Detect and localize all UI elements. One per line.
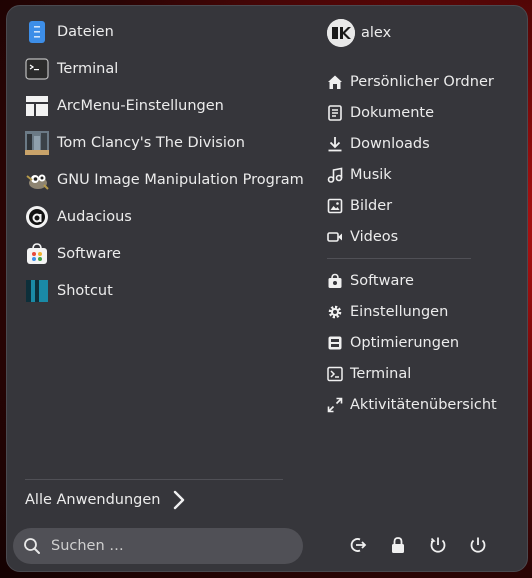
home-icon <box>327 74 343 90</box>
restart-icon <box>429 536 447 558</box>
power-off-button[interactable] <box>467 536 489 558</box>
music-icon <box>327 167 343 183</box>
app-gimp[interactable]: GNU Image Manipulation Program <box>25 165 304 195</box>
system-activities[interactable]: Aktivitätenübersicht <box>327 392 497 418</box>
app-label: GNU Image Manipulation Program <box>57 172 304 188</box>
place-label: Optimierungen <box>350 335 460 351</box>
app-software[interactable]: Software <box>25 239 121 269</box>
app-terminal[interactable]: Terminal <box>25 54 118 84</box>
app-dateien[interactable]: Dateien <box>25 17 114 47</box>
divider <box>327 258 471 259</box>
power-icon <box>469 536 487 558</box>
software-store-icon <box>327 273 343 289</box>
video-icon <box>327 229 343 245</box>
lock-icon <box>389 536 407 558</box>
app-label: ArcMenu-Einstellungen <box>57 98 224 114</box>
logout-button[interactable] <box>347 536 369 558</box>
logout-icon <box>349 536 367 558</box>
app-the-division[interactable]: Tom Clancy's The Division <box>25 128 245 158</box>
arcmenu-panel: Dateien Terminal ArcMenu-Einstellungen T… <box>6 5 528 572</box>
activities-icon <box>327 397 343 413</box>
place-downloads[interactable]: Downloads <box>327 131 430 157</box>
restart-button[interactable] <box>427 536 449 558</box>
place-label: Musik <box>350 167 392 183</box>
system-tweaks[interactable]: Optimierungen <box>327 330 459 356</box>
search-input[interactable] <box>49 537 273 555</box>
place-label: Terminal <box>350 366 412 382</box>
system-settings[interactable]: Einstellungen <box>327 299 448 325</box>
search-box[interactable] <box>13 528 303 564</box>
app-label: Terminal <box>57 61 119 77</box>
software-icon <box>25 242 49 266</box>
user-account[interactable]: alex <box>327 19 391 47</box>
lock-button[interactable] <box>387 536 409 558</box>
place-home[interactable]: Persönlicher Ordner <box>327 69 494 95</box>
divider <box>25 479 283 480</box>
place-label: Persönlicher Ordner <box>350 74 494 90</box>
user-name: alex <box>361 25 392 41</box>
settings-icon <box>327 304 343 320</box>
chevron-right-icon <box>172 490 186 510</box>
gimp-icon <box>25 168 49 192</box>
place-documents[interactable]: Dokumente <box>327 100 434 126</box>
audacious-icon <box>25 205 49 229</box>
shotcut-icon <box>25 279 49 303</box>
place-pictures[interactable]: Bilder <box>327 193 392 219</box>
place-label: Downloads <box>350 136 430 152</box>
app-audacious[interactable]: Audacious <box>25 202 132 232</box>
system-software[interactable]: Software <box>327 268 414 294</box>
place-label: Einstellungen <box>350 304 449 320</box>
all-applications-button[interactable]: Alle Anwendungen <box>25 490 186 510</box>
system-terminal[interactable]: Terminal <box>327 361 411 387</box>
app-label: Software <box>57 246 121 262</box>
app-arcmenu-settings[interactable]: ArcMenu-Einstellungen <box>25 91 224 121</box>
search-icon <box>23 537 41 555</box>
place-label: Bilder <box>350 198 393 214</box>
all-apps-label: Alle Anwendungen <box>25 492 161 508</box>
tweaks-icon <box>327 335 343 351</box>
avatar <box>327 19 355 47</box>
download-icon <box>327 136 343 152</box>
app-label: Tom Clancy's The Division <box>57 135 245 151</box>
app-shotcut[interactable]: Shotcut <box>25 276 113 306</box>
place-videos[interactable]: Videos <box>327 224 398 250</box>
place-label: Software <box>350 273 414 289</box>
place-label: Aktivitätenübersicht <box>350 397 497 413</box>
app-label: Audacious <box>57 209 132 225</box>
place-label: Videos <box>350 229 399 245</box>
terminal-icon <box>25 57 49 81</box>
files-icon <box>25 20 49 44</box>
document-icon <box>327 105 343 121</box>
image-icon <box>327 198 343 214</box>
app-label: Shotcut <box>57 283 113 299</box>
place-music[interactable]: Musik <box>327 162 392 188</box>
terminal-icon <box>327 366 343 382</box>
arcmenu-icon <box>25 94 49 118</box>
app-label: Dateien <box>57 24 114 40</box>
place-label: Dokumente <box>350 105 435 121</box>
game-icon <box>25 131 49 155</box>
